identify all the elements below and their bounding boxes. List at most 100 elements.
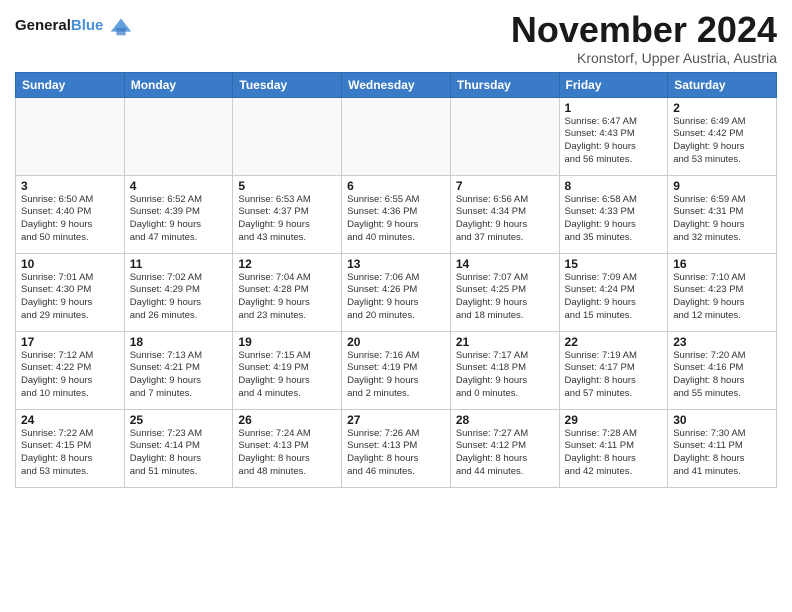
calendar-cell: 8Sunrise: 6:58 AM Sunset: 4:33 PM Daylig…	[559, 175, 668, 253]
day-number: 21	[456, 335, 554, 349]
day-number: 3	[21, 179, 119, 193]
calendar-cell	[16, 97, 125, 175]
page-container: GeneralBlue November 2024 Kronstorf, Upp…	[0, 0, 792, 493]
day-number: 24	[21, 413, 119, 427]
day-number: 5	[238, 179, 336, 193]
day-number: 30	[673, 413, 771, 427]
calendar-cell: 27Sunrise: 7:26 AM Sunset: 4:13 PM Dayli…	[342, 409, 451, 487]
logo-text: GeneralBlue	[15, 18, 103, 35]
day-info: Sunrise: 6:49 AM Sunset: 4:42 PM Dayligh…	[673, 116, 771, 167]
weekday-header-friday: Friday	[559, 72, 668, 97]
title-block: November 2024 Kronstorf, Upper Austria, …	[511, 10, 777, 66]
day-info: Sunrise: 7:02 AM Sunset: 4:29 PM Dayligh…	[130, 272, 228, 323]
day-number: 25	[130, 413, 228, 427]
day-number: 18	[130, 335, 228, 349]
calendar-cell: 13Sunrise: 7:06 AM Sunset: 4:26 PM Dayli…	[342, 253, 451, 331]
logo-icon	[107, 14, 135, 38]
day-number: 10	[21, 257, 119, 271]
calendar-cell: 26Sunrise: 7:24 AM Sunset: 4:13 PM Dayli…	[233, 409, 342, 487]
calendar-cell: 23Sunrise: 7:20 AM Sunset: 4:16 PM Dayli…	[668, 331, 777, 409]
calendar-cell: 25Sunrise: 7:23 AM Sunset: 4:14 PM Dayli…	[124, 409, 233, 487]
day-info: Sunrise: 7:28 AM Sunset: 4:11 PM Dayligh…	[565, 428, 663, 479]
calendar-cell: 5Sunrise: 6:53 AM Sunset: 4:37 PM Daylig…	[233, 175, 342, 253]
day-info: Sunrise: 7:23 AM Sunset: 4:14 PM Dayligh…	[130, 428, 228, 479]
calendar-week-2: 3Sunrise: 6:50 AM Sunset: 4:40 PM Daylig…	[16, 175, 777, 253]
day-info: Sunrise: 7:12 AM Sunset: 4:22 PM Dayligh…	[21, 350, 119, 401]
day-info: Sunrise: 7:16 AM Sunset: 4:19 PM Dayligh…	[347, 350, 445, 401]
calendar-week-3: 10Sunrise: 7:01 AM Sunset: 4:30 PM Dayli…	[16, 253, 777, 331]
day-info: Sunrise: 7:09 AM Sunset: 4:24 PM Dayligh…	[565, 272, 663, 323]
calendar-cell: 22Sunrise: 7:19 AM Sunset: 4:17 PM Dayli…	[559, 331, 668, 409]
day-number: 11	[130, 257, 228, 271]
day-info: Sunrise: 7:06 AM Sunset: 4:26 PM Dayligh…	[347, 272, 445, 323]
day-number: 8	[565, 179, 663, 193]
calendar-week-4: 17Sunrise: 7:12 AM Sunset: 4:22 PM Dayli…	[16, 331, 777, 409]
calendar-cell: 3Sunrise: 6:50 AM Sunset: 4:40 PM Daylig…	[16, 175, 125, 253]
calendar-cell: 15Sunrise: 7:09 AM Sunset: 4:24 PM Dayli…	[559, 253, 668, 331]
calendar-cell: 14Sunrise: 7:07 AM Sunset: 4:25 PM Dayli…	[450, 253, 559, 331]
day-number: 2	[673, 101, 771, 115]
day-info: Sunrise: 7:07 AM Sunset: 4:25 PM Dayligh…	[456, 272, 554, 323]
day-info: Sunrise: 6:52 AM Sunset: 4:39 PM Dayligh…	[130, 194, 228, 245]
day-number: 20	[347, 335, 445, 349]
day-number: 7	[456, 179, 554, 193]
day-info: Sunrise: 7:26 AM Sunset: 4:13 PM Dayligh…	[347, 428, 445, 479]
day-number: 6	[347, 179, 445, 193]
day-number: 12	[238, 257, 336, 271]
calendar-cell: 10Sunrise: 7:01 AM Sunset: 4:30 PM Dayli…	[16, 253, 125, 331]
day-number: 1	[565, 101, 663, 115]
day-number: 15	[565, 257, 663, 271]
weekday-header-row: SundayMondayTuesdayWednesdayThursdayFrid…	[16, 72, 777, 97]
day-number: 13	[347, 257, 445, 271]
calendar-cell	[124, 97, 233, 175]
calendar-cell: 1Sunrise: 6:47 AM Sunset: 4:43 PM Daylig…	[559, 97, 668, 175]
location: Kronstorf, Upper Austria, Austria	[511, 50, 777, 66]
day-info: Sunrise: 7:15 AM Sunset: 4:19 PM Dayligh…	[238, 350, 336, 401]
day-info: Sunrise: 6:53 AM Sunset: 4:37 PM Dayligh…	[238, 194, 336, 245]
day-number: 14	[456, 257, 554, 271]
calendar-week-1: 1Sunrise: 6:47 AM Sunset: 4:43 PM Daylig…	[16, 97, 777, 175]
weekday-header-thursday: Thursday	[450, 72, 559, 97]
calendar-cell: 17Sunrise: 7:12 AM Sunset: 4:22 PM Dayli…	[16, 331, 125, 409]
calendar-cell: 29Sunrise: 7:28 AM Sunset: 4:11 PM Dayli…	[559, 409, 668, 487]
calendar-cell: 21Sunrise: 7:17 AM Sunset: 4:18 PM Dayli…	[450, 331, 559, 409]
day-info: Sunrise: 7:17 AM Sunset: 4:18 PM Dayligh…	[456, 350, 554, 401]
logo: GeneralBlue	[15, 14, 135, 38]
day-number: 28	[456, 413, 554, 427]
calendar-cell: 20Sunrise: 7:16 AM Sunset: 4:19 PM Dayli…	[342, 331, 451, 409]
calendar-cell: 12Sunrise: 7:04 AM Sunset: 4:28 PM Dayli…	[233, 253, 342, 331]
calendar-cell: 2Sunrise: 6:49 AM Sunset: 4:42 PM Daylig…	[668, 97, 777, 175]
calendar-cell	[233, 97, 342, 175]
day-number: 19	[238, 335, 336, 349]
day-info: Sunrise: 7:19 AM Sunset: 4:17 PM Dayligh…	[565, 350, 663, 401]
day-number: 9	[673, 179, 771, 193]
day-info: Sunrise: 6:55 AM Sunset: 4:36 PM Dayligh…	[347, 194, 445, 245]
weekday-header-monday: Monday	[124, 72, 233, 97]
day-info: Sunrise: 7:13 AM Sunset: 4:21 PM Dayligh…	[130, 350, 228, 401]
calendar-week-5: 24Sunrise: 7:22 AM Sunset: 4:15 PM Dayli…	[16, 409, 777, 487]
day-info: Sunrise: 7:10 AM Sunset: 4:23 PM Dayligh…	[673, 272, 771, 323]
day-info: Sunrise: 6:50 AM Sunset: 4:40 PM Dayligh…	[21, 194, 119, 245]
weekday-header-tuesday: Tuesday	[233, 72, 342, 97]
calendar-cell: 19Sunrise: 7:15 AM Sunset: 4:19 PM Dayli…	[233, 331, 342, 409]
calendar-cell: 7Sunrise: 6:56 AM Sunset: 4:34 PM Daylig…	[450, 175, 559, 253]
day-number: 4	[130, 179, 228, 193]
day-info: Sunrise: 7:24 AM Sunset: 4:13 PM Dayligh…	[238, 428, 336, 479]
day-info: Sunrise: 6:47 AM Sunset: 4:43 PM Dayligh…	[565, 116, 663, 167]
day-number: 16	[673, 257, 771, 271]
calendar-cell: 28Sunrise: 7:27 AM Sunset: 4:12 PM Dayli…	[450, 409, 559, 487]
day-number: 26	[238, 413, 336, 427]
day-info: Sunrise: 7:20 AM Sunset: 4:16 PM Dayligh…	[673, 350, 771, 401]
day-info: Sunrise: 7:22 AM Sunset: 4:15 PM Dayligh…	[21, 428, 119, 479]
day-number: 23	[673, 335, 771, 349]
day-info: Sunrise: 6:59 AM Sunset: 4:31 PM Dayligh…	[673, 194, 771, 245]
calendar-cell: 11Sunrise: 7:02 AM Sunset: 4:29 PM Dayli…	[124, 253, 233, 331]
day-info: Sunrise: 6:58 AM Sunset: 4:33 PM Dayligh…	[565, 194, 663, 245]
calendar-cell: 24Sunrise: 7:22 AM Sunset: 4:15 PM Dayli…	[16, 409, 125, 487]
month-title: November 2024	[511, 10, 777, 50]
day-info: Sunrise: 7:27 AM Sunset: 4:12 PM Dayligh…	[456, 428, 554, 479]
calendar-cell: 9Sunrise: 6:59 AM Sunset: 4:31 PM Daylig…	[668, 175, 777, 253]
weekday-header-wednesday: Wednesday	[342, 72, 451, 97]
calendar-cell	[342, 97, 451, 175]
day-info: Sunrise: 7:04 AM Sunset: 4:28 PM Dayligh…	[238, 272, 336, 323]
